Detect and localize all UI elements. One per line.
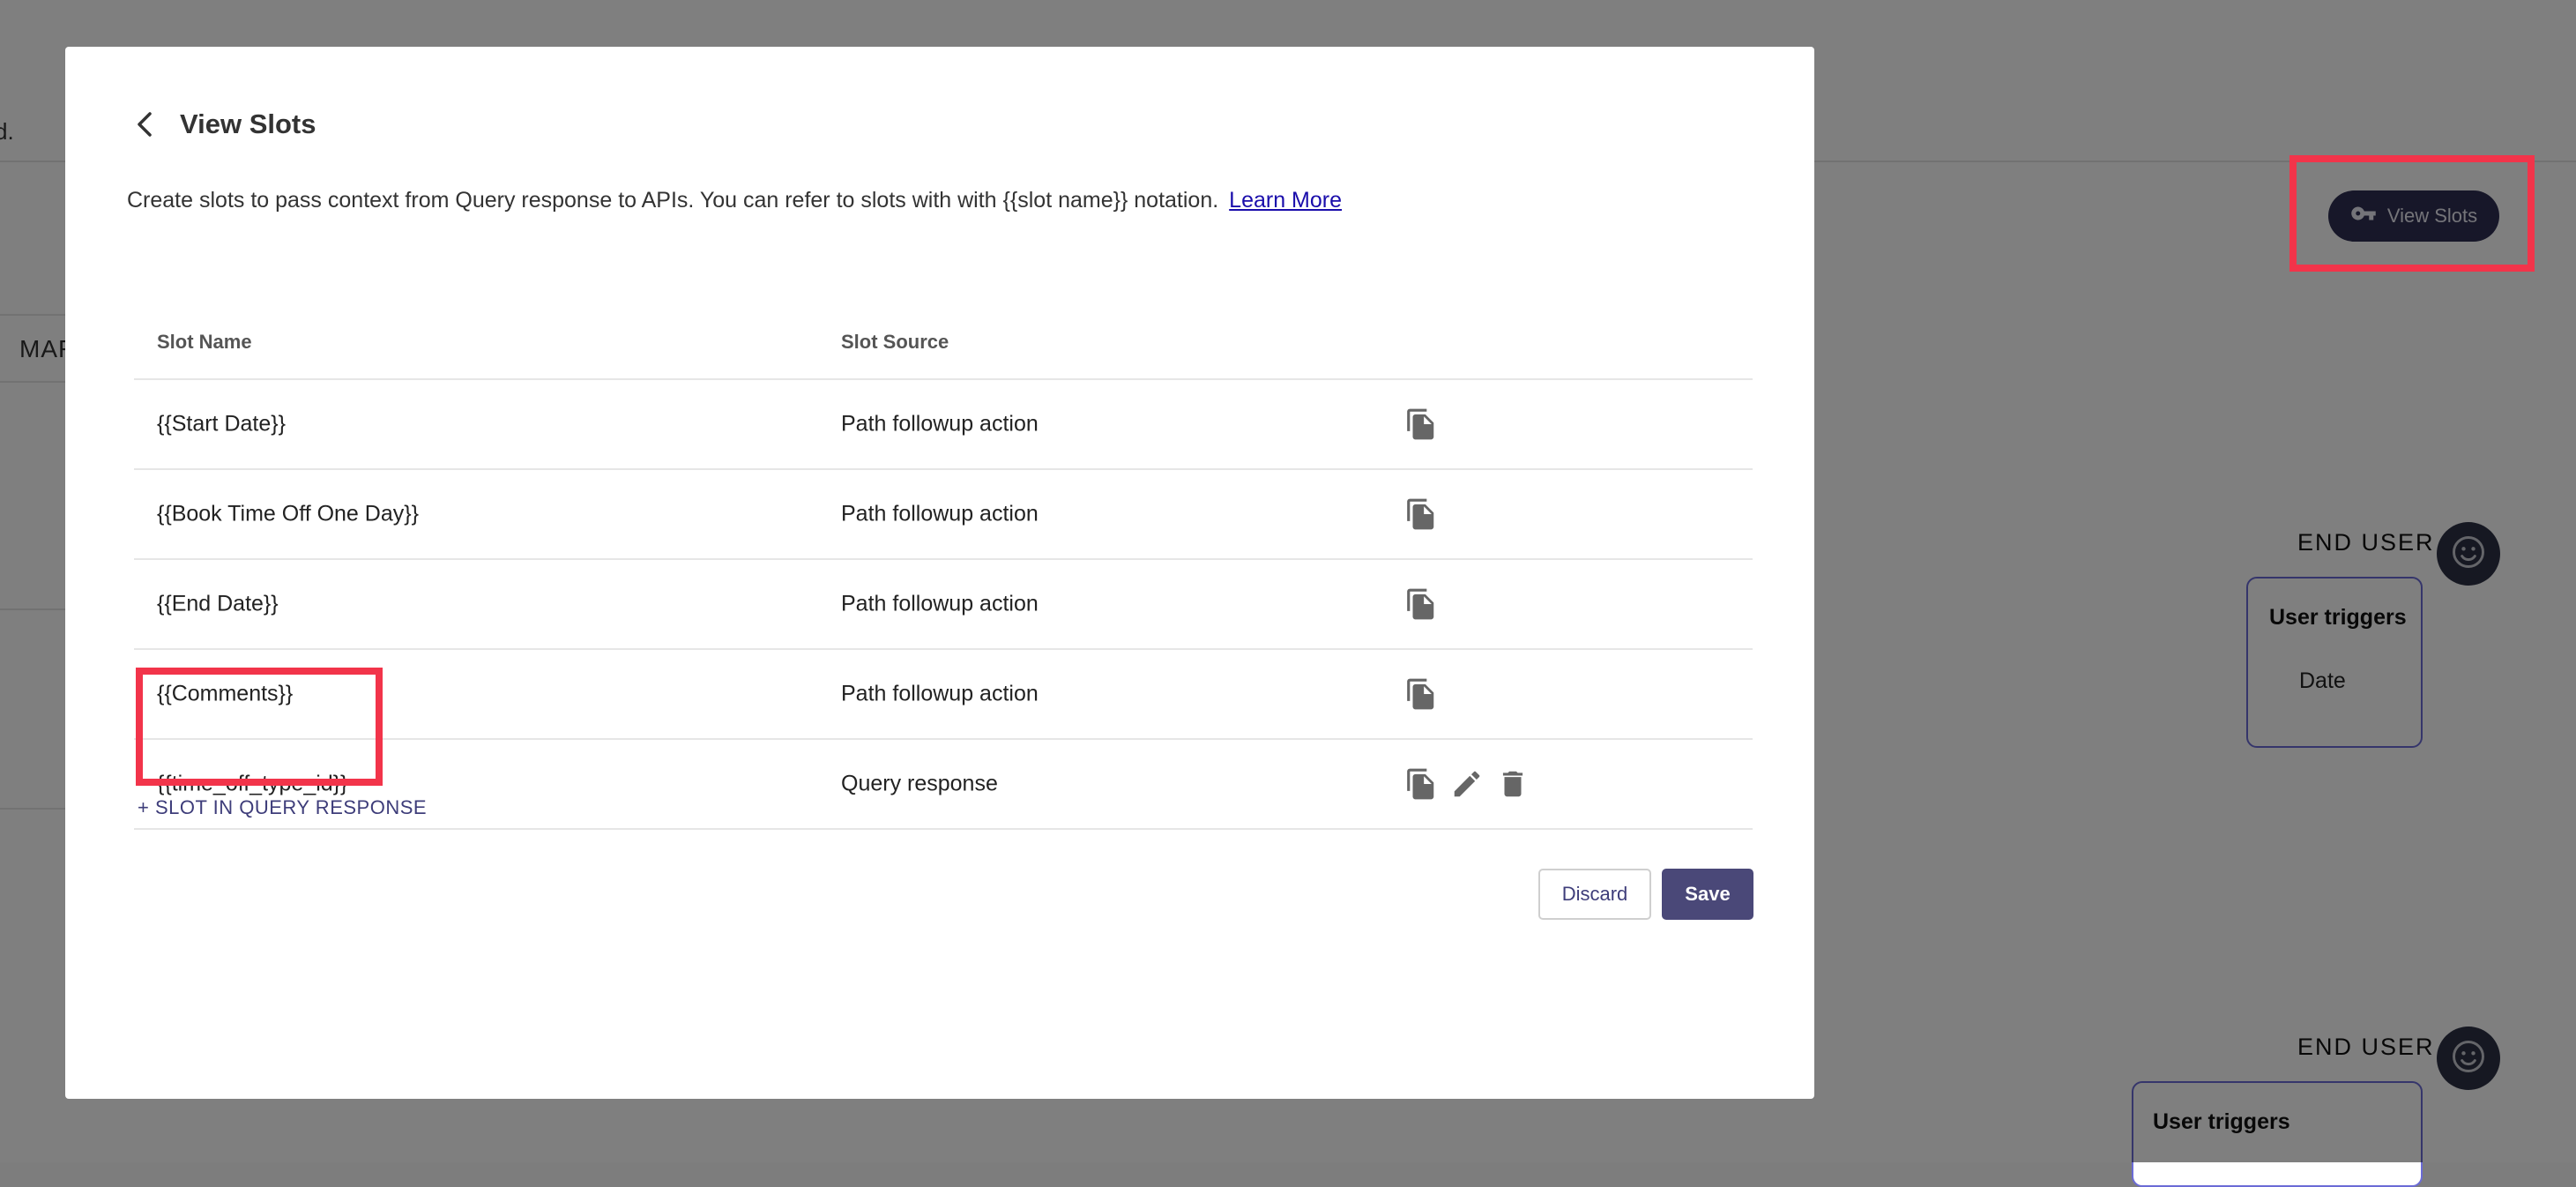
table-row: {{End Date}} Path followup action xyxy=(134,560,1753,650)
table-row: {{Start Date}} Path followup action xyxy=(134,380,1753,470)
copy-icon[interactable] xyxy=(1403,407,1439,442)
save-button[interactable]: Save xyxy=(1662,869,1753,920)
row-actions xyxy=(1403,766,1530,802)
row-actions xyxy=(1403,496,1439,532)
copy-icon[interactable] xyxy=(1403,766,1439,802)
slot-source: Path followup action xyxy=(841,591,1039,616)
slot-source: Path followup action xyxy=(841,501,1039,526)
dialog-title: View Slots xyxy=(180,108,316,139)
slot-source: Path followup action xyxy=(841,411,1039,437)
add-slot-in-query-response-link[interactable]: + SLOT IN QUERY RESPONSE xyxy=(138,796,427,819)
view-slots-dialog: View Slots Create slots to pass context … xyxy=(65,47,1814,1099)
copy-icon[interactable] xyxy=(1403,676,1439,712)
discard-button[interactable]: Discard xyxy=(1538,869,1651,920)
trash-icon[interactable] xyxy=(1495,766,1530,802)
copy-icon[interactable] xyxy=(1403,496,1439,532)
slot-name: {{End Date}} xyxy=(157,591,279,616)
edit-pencil-icon[interactable] xyxy=(1449,766,1485,802)
highlight-view-slots xyxy=(2289,155,2535,272)
table-header: Slot Name Slot Source xyxy=(134,290,1753,380)
description-text: Create slots to pass context from Query … xyxy=(127,188,1219,213)
table-row: {{Book Time Off One Day}} Path followup … xyxy=(134,470,1753,560)
copy-icon[interactable] xyxy=(1403,586,1439,622)
row-actions xyxy=(1403,407,1439,442)
slot-name: {{Book Time Off One Day}} xyxy=(157,501,419,526)
slot-name: {{Start Date}} xyxy=(157,411,286,437)
chevron-left-icon[interactable] xyxy=(127,107,162,142)
row-actions xyxy=(1403,676,1439,712)
slot-source: Path followup action xyxy=(841,681,1039,706)
highlight-time-off-type-id xyxy=(136,668,383,786)
row-actions xyxy=(1403,586,1439,622)
slot-source: Query response xyxy=(841,771,998,796)
dialog-header: View Slots xyxy=(127,107,316,142)
learn-more-link[interactable]: Learn More xyxy=(1229,188,1342,213)
dialog-description: Create slots to pass context from Query … xyxy=(127,188,1342,213)
column-header-slot-source: Slot Source xyxy=(841,331,949,353)
column-header-slot-name: Slot Name xyxy=(157,331,252,353)
